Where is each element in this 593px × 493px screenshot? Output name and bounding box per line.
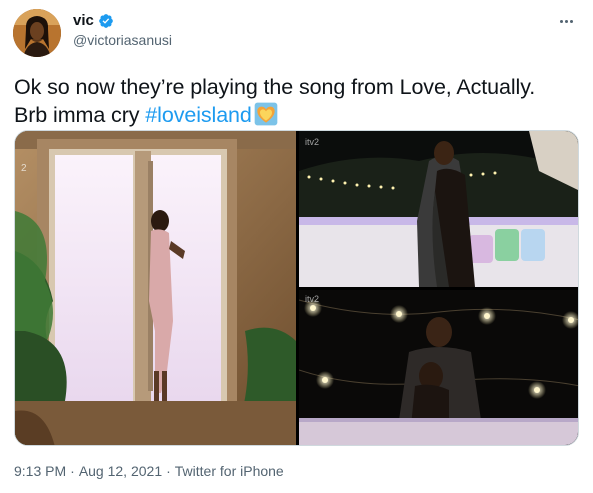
tweet-text-line1: Ok so now they’re playing the song from … [14, 75, 536, 99]
dot [559, 19, 563, 23]
tweet-text-prefix: Brb imma cry [14, 103, 146, 127]
author-handle[interactable]: @victoriasanusi [73, 32, 172, 48]
separator: · [166, 463, 171, 479]
separator: · [70, 463, 75, 479]
profile-photo-icon [13, 9, 61, 57]
itv2-watermark: 2 [21, 163, 27, 174]
tweet-text-line2: Brb imma cry #loveisland [14, 101, 579, 129]
hashtag-link[interactable]: #loveisland [145, 103, 252, 127]
tweet-metadata: 9:13 PM · Aug 12, 2021 · Twitter for iPh… [14, 463, 284, 479]
dot [564, 19, 568, 23]
tweet-text: Ok so now they’re playing the song from … [14, 73, 579, 129]
tweet: vic @victoriasanusi Ok so now they’re pl… [0, 0, 593, 493]
couple-lights-image: itv2 [299, 290, 578, 445]
media-grid[interactable]: 2 itv2 itv2 [14, 130, 579, 446]
heart-on-fire-emoji-icon [254, 102, 278, 126]
villa-door-image: 2 [15, 131, 296, 445]
couple-lights-photo[interactable]: itv2 [299, 290, 578, 445]
tweet-source[interactable]: Twitter for iPhone [175, 463, 284, 479]
avatar[interactable] [13, 9, 61, 57]
more-options-icon[interactable] [555, 10, 577, 32]
itv2-watermark: itv2 [305, 294, 319, 304]
author-name-row[interactable]: vic [73, 12, 114, 29]
villa-door-photo[interactable]: 2 [15, 131, 296, 445]
couple-terrace-image: itv2 [299, 131, 578, 287]
tweet-time[interactable]: 9:13 PM [14, 463, 66, 479]
tweet-date[interactable]: Aug 12, 2021 [79, 463, 162, 479]
display-name[interactable]: vic [73, 12, 94, 29]
couple-terrace-photo[interactable]: itv2 [299, 131, 578, 287]
dot [569, 19, 573, 23]
verified-badge-icon [99, 13, 113, 28]
itv2-watermark: itv2 [305, 137, 319, 147]
